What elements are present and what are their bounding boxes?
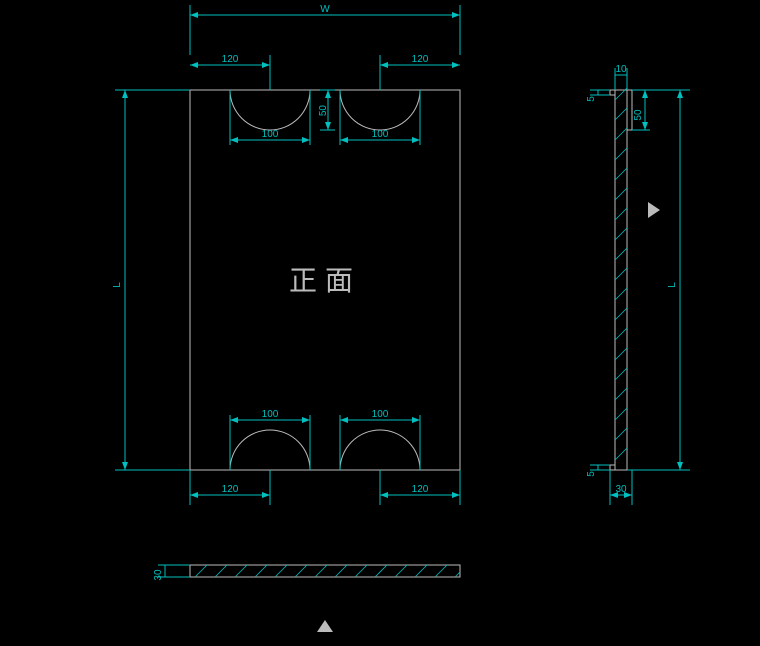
- front-label: 正面: [289, 266, 361, 297]
- dim-120-br: 120: [412, 484, 429, 495]
- side-view-rect: [615, 90, 627, 470]
- cad-drawing: 正面 W 120 120 100 100 50 100 100 120: [0, 0, 760, 646]
- arc-top-left: [230, 90, 310, 130]
- arc-bottom-left: [230, 430, 310, 470]
- dim-50: 50: [318, 105, 329, 117]
- dim-120-tr: 120: [412, 54, 429, 65]
- side-view-marker: [648, 202, 660, 218]
- dim-5-top: 5: [586, 96, 597, 102]
- dim-100-bl: 100: [262, 409, 279, 420]
- dim-L-left: L: [112, 282, 123, 288]
- dim-30-side: 30: [615, 484, 627, 495]
- side-hatch: [615, 88, 627, 460]
- dim-L-right: L: [667, 282, 678, 288]
- dim-50-side: 50: [633, 109, 644, 121]
- dim-30-bottom: 30: [153, 569, 164, 581]
- arc-top-right: [340, 90, 420, 130]
- dim-5-bottom: 5: [586, 471, 597, 477]
- dim-10: 10: [615, 64, 627, 75]
- dim-W: W: [320, 4, 330, 15]
- dim-100-tl: 100: [262, 129, 279, 140]
- dim-120-tl: 120: [222, 54, 239, 65]
- bottom-view-marker: [317, 620, 333, 632]
- dim-120-bl: 120: [222, 484, 239, 495]
- dim-100-tr: 100: [372, 129, 389, 140]
- dim-100-br: 100: [372, 409, 389, 420]
- bottom-hatch: [195, 565, 460, 577]
- arc-bottom-right: [340, 430, 420, 470]
